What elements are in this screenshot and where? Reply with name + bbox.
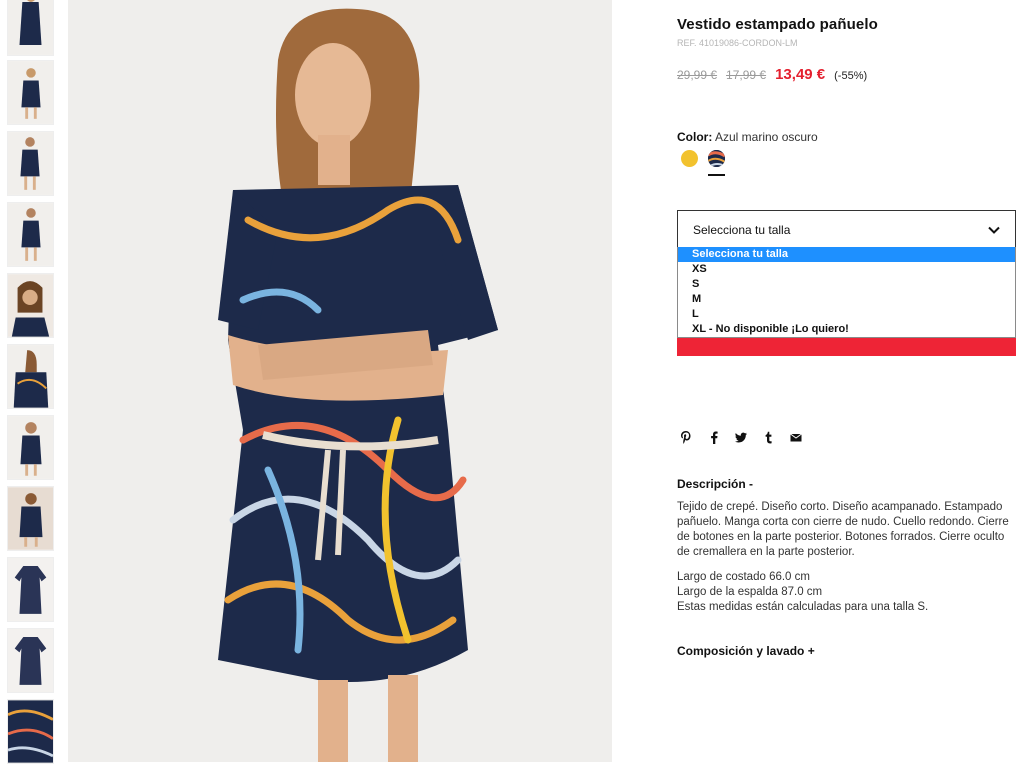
facebook-icon[interactable] — [707, 430, 721, 445]
measure-note: Estas medidas están calculadas para una … — [677, 601, 929, 613]
product-reference: REF. 41019086-CORDON-LM — [677, 38, 798, 48]
thumbnail-4[interactable] — [7, 202, 54, 267]
product-main-image[interactable] — [68, 0, 612, 762]
selected-swatch-indicator — [708, 174, 725, 176]
chevron-down-icon — [988, 226, 1000, 234]
thumbnail-7[interactable] — [7, 415, 54, 480]
product-title: Vestido estampado pañuelo — [677, 16, 878, 33]
measure-side-length: Largo de costado 66.0 cm — [677, 571, 810, 583]
thumbnail-8[interactable] — [7, 486, 54, 551]
thumbnail-9[interactable] — [7, 557, 54, 622]
description-text: Tejido de crepé. Diseño corto. Diseño ac… — [677, 501, 1009, 558]
color-row: Color: Azul marino oscuro — [677, 130, 818, 144]
thumbnail-11[interactable] — [7, 699, 54, 764]
color-value: Azul marino oscuro — [715, 130, 818, 144]
color-label: Color: — [677, 130, 713, 144]
size-select-value: Selecciona tu talla — [693, 223, 791, 237]
tumblr-icon[interactable] — [762, 430, 776, 445]
size-dropdown-list: Selecciona tu talla XS S M L XL - No dis… — [677, 247, 1016, 338]
twitter-icon[interactable] — [734, 430, 748, 445]
current-price: 13,49 € — [775, 66, 826, 83]
swatch-yellow[interactable] — [681, 150, 698, 167]
size-option[interactable]: XL - No disponible ¡Lo quiero! — [678, 322, 1015, 337]
color-swatches — [681, 150, 761, 180]
size-option[interactable]: M — [678, 292, 1015, 307]
thumbnail-3[interactable] — [7, 131, 54, 196]
description-toggle[interactable]: Descripción - — [677, 477, 753, 491]
original-price: 29,99 € — [677, 68, 718, 82]
description-measures: Largo de costado 66.0 cm Largo de la esp… — [677, 570, 1017, 615]
email-icon[interactable] — [789, 430, 803, 445]
price-block: 29,99 € 17,99 € 13,49 € (-55%) — [677, 66, 867, 83]
discount-badge: (-55%) — [834, 70, 868, 82]
size-option[interactable]: Selecciona tu talla — [678, 247, 1015, 262]
thumbnail-2[interactable] — [7, 60, 54, 125]
pinterest-icon[interactable] — [679, 430, 693, 445]
swatch-navy-print[interactable] — [708, 150, 725, 167]
size-option[interactable]: XS — [678, 262, 1015, 277]
share-icons — [679, 430, 819, 446]
thumbnail-10[interactable] — [7, 628, 54, 693]
size-select[interactable]: Selecciona tu talla — [677, 210, 1016, 248]
composition-toggle[interactable]: Composición y lavado + — [677, 644, 815, 658]
size-option[interactable]: S — [678, 277, 1015, 292]
size-option[interactable]: L — [678, 307, 1015, 322]
thumbnail-5[interactable] — [7, 273, 54, 338]
thumbnail-1[interactable] — [7, 0, 54, 56]
previous-price: 17,99 € — [726, 68, 767, 82]
measure-back-length: Largo de la espalda 87.0 cm — [677, 586, 823, 598]
thumbnail-6[interactable] — [7, 344, 54, 409]
